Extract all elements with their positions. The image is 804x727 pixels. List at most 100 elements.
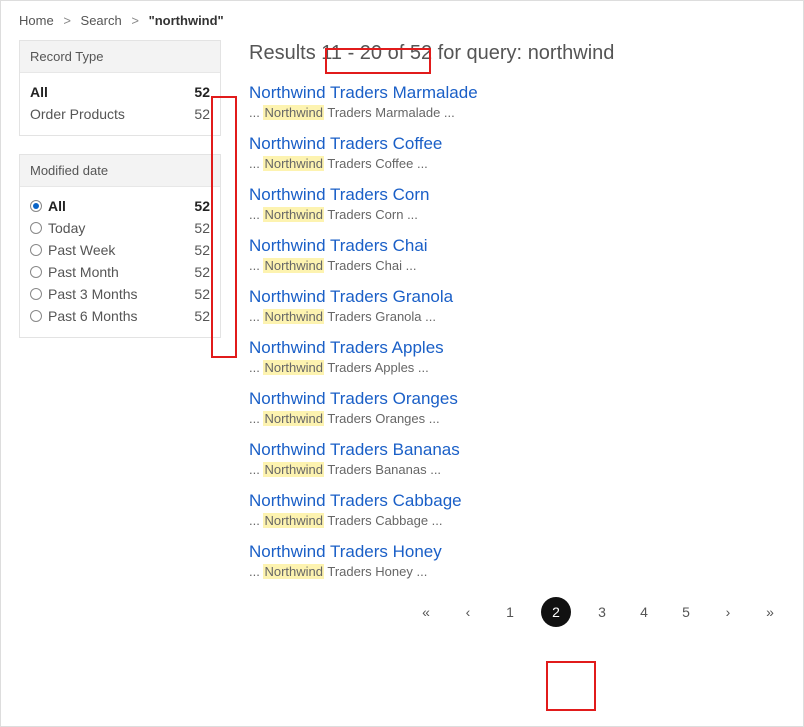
page-first[interactable]: « [415, 598, 437, 626]
breadcrumb-home[interactable]: Home [19, 13, 54, 28]
radio-icon[interactable] [30, 244, 42, 256]
facet-label: All [30, 84, 48, 100]
result-snippet: ... Northwind Traders Corn ... [249, 207, 785, 222]
facet-row-date-today[interactable]: Today 52 [30, 217, 210, 239]
facet-header: Record Type [20, 41, 220, 73]
radio-icon[interactable] [30, 200, 42, 212]
result-title[interactable]: Northwind Traders Granola [249, 287, 785, 307]
facet-label: Past Week [48, 242, 115, 258]
snippet-rest: Traders Coffee ... [324, 156, 428, 171]
result-title[interactable]: Northwind Traders Apples [249, 338, 785, 358]
breadcrumb-separator: > [63, 13, 71, 28]
radio-icon[interactable] [30, 310, 42, 322]
result-item: Northwind Traders Chai... Northwind Trad… [249, 236, 785, 273]
result-snippet: ... Northwind Traders Apples ... [249, 360, 785, 375]
page-3[interactable]: 3 [591, 598, 613, 626]
facet-record-type: Record Type All 52 Order Products 52 [19, 40, 221, 136]
facet-row-date-6months[interactable]: Past 6 Months 52 [30, 305, 210, 327]
facet-modified-date: Modified date All 52 Today 52 Past Week … [19, 154, 221, 338]
radio-icon[interactable] [30, 266, 42, 278]
result-item: Northwind Traders Cabbage... Northwind T… [249, 491, 785, 528]
result-title[interactable]: Northwind Traders Honey [249, 542, 785, 562]
breadcrumb-separator: > [131, 13, 139, 28]
result-snippet: ... Northwind Traders Cabbage ... [249, 513, 785, 528]
page-4[interactable]: 4 [633, 598, 655, 626]
result-snippet: ... Northwind Traders Bananas ... [249, 462, 785, 477]
page-5[interactable]: 5 [675, 598, 697, 626]
result-item: Northwind Traders Marmalade ... Northwind… [249, 83, 785, 120]
result-item: Northwind Traders Honey ... Northwind Tra… [249, 542, 785, 579]
snippet-prefix: ... [249, 258, 263, 273]
result-title[interactable]: Northwind Traders Oranges [249, 389, 785, 409]
snippet-rest: Traders Marmalade ... [324, 105, 455, 120]
annotation-box [546, 661, 596, 711]
snippet-prefix: ... [249, 360, 263, 375]
result-title[interactable]: Northwind Traders Marmalade [249, 83, 785, 103]
snippet-prefix: ... [249, 513, 263, 528]
snippet-highlight: Northwind [263, 564, 324, 579]
snippet-prefix: ... [249, 207, 263, 222]
facet-row-order-products[interactable]: Order Products 52 [30, 103, 210, 125]
page-last[interactable]: » [759, 598, 781, 626]
result-item: Northwind Traders Coffee... Northwind Tr… [249, 134, 785, 171]
snippet-highlight: Northwind [263, 513, 324, 528]
facet-row-date-week[interactable]: Past Week 52 [30, 239, 210, 261]
snippet-rest: Traders Cabbage ... [324, 513, 443, 528]
snippet-highlight: Northwind [263, 207, 324, 222]
facet-header: Modified date [20, 155, 220, 187]
facet-count: 52 [194, 242, 210, 258]
results-list: Northwind Traders Marmalade... Northwind… [249, 83, 785, 579]
facet-label: Past Month [48, 264, 119, 280]
result-title[interactable]: Northwind Traders Cabbage [249, 491, 785, 511]
result-title[interactable]: Northwind Traders Corn [249, 185, 785, 205]
snippet-rest: Traders Corn ... [324, 207, 418, 222]
facet-label: Order Products [30, 106, 125, 122]
snippet-highlight: Northwind [263, 462, 324, 477]
facet-label: Past 6 Months [48, 308, 138, 324]
radio-icon[interactable] [30, 288, 42, 300]
breadcrumb-current: "northwind" [149, 13, 224, 28]
facet-count: 52 [194, 286, 210, 302]
results-header-suffix: for query: [432, 42, 528, 64]
snippet-rest: Traders Granola ... [324, 309, 436, 324]
facet-row-all[interactable]: All 52 [30, 81, 210, 103]
facet-row-date-all[interactable]: All 52 [30, 195, 210, 217]
result-title[interactable]: Northwind Traders Coffee [249, 134, 785, 154]
result-snippet: ... Northwind Traders Granola ... [249, 309, 785, 324]
facet-label: All [48, 198, 66, 214]
result-snippet: ... Northwind Traders Marmalade ... [249, 105, 785, 120]
result-title[interactable]: Northwind Traders Bananas [249, 440, 785, 460]
result-snippet: ... Northwind Traders Honey ... [249, 564, 785, 579]
results-header-query: northwind [528, 42, 615, 64]
page-2[interactable]: 2 [541, 597, 571, 627]
snippet-highlight: Northwind [263, 258, 324, 273]
facet-count: 52 [194, 198, 210, 214]
page-prev[interactable]: ‹ [457, 598, 479, 626]
page: Home > Search > "northwind" Record Type … [0, 0, 804, 727]
facet-row-date-month[interactable]: Past Month 52 [30, 261, 210, 283]
facet-count: 52 [194, 84, 210, 100]
snippet-rest: Traders Honey ... [324, 564, 427, 579]
facet-label: Past 3 Months [48, 286, 138, 302]
breadcrumb-search[interactable]: Search [81, 13, 122, 28]
pagination: « ‹ 1 2 3 4 5 › » [249, 597, 785, 627]
facet-row-date-3months[interactable]: Past 3 Months 52 [30, 283, 210, 305]
result-item: Northwind Traders Granola ... Northwind T… [249, 287, 785, 324]
sidebar: Record Type All 52 Order Products 52 Mod… [19, 40, 221, 356]
snippet-rest: Traders Oranges ... [324, 411, 440, 426]
page-next[interactable]: › [717, 598, 739, 626]
snippet-prefix: ... [249, 462, 263, 477]
facet-count: 52 [194, 308, 210, 324]
result-item: Northwind Traders Oranges... Northwind T… [249, 389, 785, 426]
result-title[interactable]: Northwind Traders Chai [249, 236, 785, 256]
result-item: Northwind Traders Bananas ... Northwind T… [249, 440, 785, 477]
snippet-prefix: ... [249, 105, 263, 120]
facet-count: 52 [194, 106, 210, 122]
snippet-highlight: Northwind [263, 411, 324, 426]
snippet-rest: Traders Apples ... [324, 360, 429, 375]
page-1[interactable]: 1 [499, 598, 521, 626]
snippet-rest: Traders Chai ... [324, 258, 416, 273]
breadcrumb: Home > Search > "northwind" [19, 13, 785, 28]
radio-icon[interactable] [30, 222, 42, 234]
results-header-range: 11 - 20 of 52 [321, 42, 432, 64]
